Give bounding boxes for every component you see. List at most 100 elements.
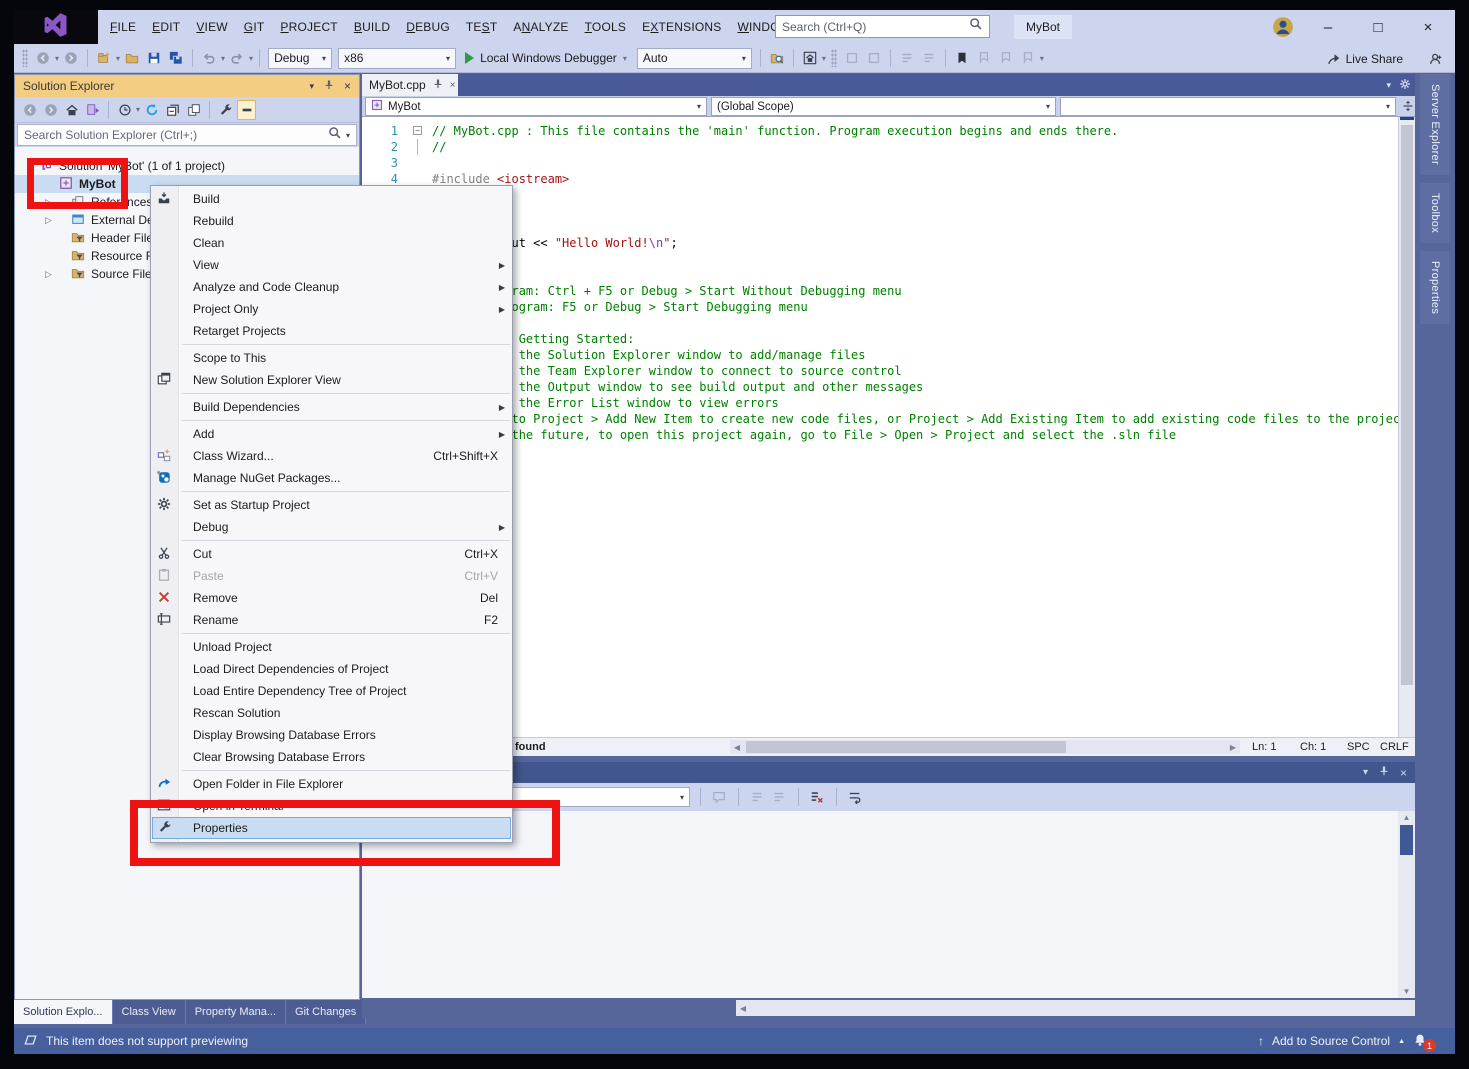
previous-message-icon[interactable] <box>750 790 766 806</box>
context-menu-item-set-as-startup-project[interactable]: Set as Startup Project <box>151 494 512 516</box>
next-message-icon[interactable] <box>772 790 788 806</box>
refresh-icon[interactable] <box>142 100 161 120</box>
debug-target-dropdown[interactable]: Auto▾ <box>637 48 752 69</box>
menubar-item-extensions[interactable]: EXTENSIONS <box>634 20 729 34</box>
context-menu-item-class-wizard[interactable]: Class Wizard...Ctrl+Shift+X <box>151 445 512 467</box>
navigate-back-dropdown[interactable]: ▾ <box>55 54 59 63</box>
navigate-forward-icon[interactable] <box>61 48 81 68</box>
context-menu-item-manage-nuget-packages[interactable]: Manage NuGet Packages... <box>151 467 512 489</box>
notification-bell-icon[interactable]: 1 <box>1413 1033 1429 1049</box>
toggle-bookmark-icon[interactable] <box>952 48 972 68</box>
clear-bookmarks-icon[interactable] <box>1018 48 1038 68</box>
menubar-item-project[interactable]: PROJECT <box>272 20 345 34</box>
collapse-region-icon[interactable]: − <box>413 126 422 135</box>
scrollbar-thumb[interactable] <box>1401 125 1413 685</box>
close-panel-icon[interactable]: × <box>344 79 351 93</box>
expand-chevron-icon[interactable]: ▷ <box>45 269 52 280</box>
forward-icon[interactable] <box>41 100 60 120</box>
context-menu-item-debug[interactable]: Debug▶ <box>151 516 512 538</box>
solution-search-input[interactable]: Search Solution Explorer (Ctrl+;) ▾ <box>17 124 357 146</box>
menubar-item-view[interactable]: VIEW <box>188 20 235 34</box>
next-bookmark-icon[interactable] <box>996 48 1016 68</box>
menubar-item-test[interactable]: TEST <box>458 20 505 34</box>
tool-window-tab-property-mana-[interactable]: Property Mana... <box>186 1000 286 1024</box>
context-menu-item-display-browsing-database-errors[interactable]: Display Browsing Database Errors <box>151 724 512 746</box>
previous-bookmark-icon[interactable] <box>974 48 994 68</box>
switch-views-icon[interactable] <box>83 100 102 120</box>
editor-horizontal-scrollbar[interactable]: ◀ ▶ <box>730 740 1240 754</box>
source-control-dropdown-icon[interactable]: ▲ <box>1398 1038 1405 1045</box>
context-menu-item-scope-to-this[interactable]: Scope to This <box>151 347 512 369</box>
filter-dropdown[interactable]: ▾ <box>136 105 140 114</box>
tool-window-tab-class-view[interactable]: Class View <box>113 1000 186 1024</box>
feedback-person-icon[interactable] <box>1426 49 1446 69</box>
solution-platforms-dropdown[interactable]: x86▾ <box>338 48 456 69</box>
new-project-icon[interactable] <box>94 48 114 68</box>
menubar-item-analyze[interactable]: ANALYZE <box>505 20 576 34</box>
pin-icon[interactable] <box>1378 765 1390 780</box>
window-position-dropdown-icon[interactable]: ▾ <box>309 81 314 92</box>
tool-window-tab-git-changes[interactable]: Git Changes <box>286 1000 366 1024</box>
member-scope-dropdown[interactable]: ▾ <box>1060 97 1396 116</box>
menubar-item-tools[interactable]: TOOLS <box>577 20 634 34</box>
menubar-item-build[interactable]: BUILD <box>346 20 398 34</box>
context-menu-item-clear-browsing-database-errors[interactable]: Clear Browsing Database Errors <box>151 746 512 768</box>
scrollbar-thumb[interactable] <box>746 741 1066 753</box>
undo-icon[interactable] <box>199 48 219 68</box>
menubar-item-debug[interactable]: DEBUG <box>398 20 458 34</box>
context-menu-item-build-dependencies[interactable]: Build Dependencies▶ <box>151 396 512 418</box>
close-panel-icon[interactable]: × <box>1400 766 1407 780</box>
context-menu-item-unload-project[interactable]: Unload Project <box>151 636 512 658</box>
save-icon[interactable] <box>144 48 164 68</box>
comment-icon[interactable] <box>842 48 862 68</box>
context-menu-item-open-folder-in-file-explorer[interactable]: Open Folder in File Explorer <box>151 773 512 795</box>
pin-tab-icon[interactable] <box>432 78 444 93</box>
context-menu-item-cut[interactable]: CutCtrl+X <box>151 543 512 565</box>
navigate-back-icon[interactable] <box>33 48 53 68</box>
line-ending-indicator[interactable]: CRLF <box>1380 741 1409 753</box>
pin-icon[interactable] <box>323 79 335 94</box>
solution-configurations-dropdown[interactable]: Debug▾ <box>268 48 332 69</box>
project-scope-dropdown[interactable]: MyBot▾ <box>365 97 707 116</box>
menubar-item-git[interactable]: GIT <box>236 20 273 34</box>
open-file-icon[interactable] <box>122 48 142 68</box>
document-list-dropdown-icon[interactable]: ▾ <box>1386 80 1391 91</box>
expand-chevron-icon[interactable]: ▷ <box>45 215 52 226</box>
window-position-dropdown-icon[interactable]: ▾ <box>1363 767 1368 778</box>
home-dropdown[interactable]: ▾ <box>822 54 826 63</box>
context-menu-item-retarget-projects[interactable]: Retarget Projects <box>151 320 512 342</box>
toolbar-grip[interactable] <box>22 49 28 67</box>
line-indicator[interactable]: Ln: 1 <box>1252 741 1276 753</box>
gear-icon[interactable] <box>1399 78 1411 92</box>
context-menu-item-project-only[interactable]: Project Only▶ <box>151 298 512 320</box>
live-share-button[interactable]: Live Share <box>1327 52 1403 66</box>
context-menu-item-rescan-solution[interactable]: Rescan Solution <box>151 702 512 724</box>
output-vertical-scrollbar[interactable]: ▲ ▼ <box>1398 811 1415 998</box>
type-scope-dropdown[interactable]: (Global Scope)▾ <box>711 97 1056 116</box>
minimize-button[interactable]: – <box>1306 10 1350 44</box>
encoding-indicator[interactable]: SPC <box>1347 741 1370 753</box>
home-icon[interactable] <box>800 48 820 68</box>
clear-all-output-icon[interactable] <box>810 790 826 806</box>
search-options-dropdown[interactable]: ▾ <box>346 131 350 140</box>
find-message-icon[interactable] <box>712 790 728 806</box>
pending-changes-filter-icon[interactable] <box>115 100 134 120</box>
save-all-icon[interactable] <box>166 48 186 68</box>
context-menu-item-clean[interactable]: Clean <box>151 232 512 254</box>
undo-dropdown[interactable]: ▾ <box>221 54 225 63</box>
column-indicator[interactable]: Ch: 1 <box>1300 741 1326 753</box>
add-to-source-control-button[interactable]: Add to Source Control <box>1272 1034 1390 1048</box>
document-tab-mybot-cpp[interactable]: MyBot.cpp × <box>362 74 458 96</box>
toggle-word-wrap-icon[interactable] <box>848 790 864 806</box>
right-tab-server-explorer[interactable]: Server Explorer <box>1420 74 1450 175</box>
context-menu-item-rename[interactable]: RenameF2 <box>151 609 512 631</box>
back-icon[interactable] <box>20 100 39 120</box>
redo-icon[interactable] <box>227 48 247 68</box>
context-menu-item-view[interactable]: View▶ <box>151 254 512 276</box>
context-menu-item-remove[interactable]: RemoveDel <box>151 587 512 609</box>
increase-indent-icon[interactable] <box>919 48 939 68</box>
preview-selected-items-toggle[interactable] <box>237 100 256 120</box>
close-tab-icon[interactable]: × <box>450 80 456 91</box>
home-icon[interactable] <box>62 100 81 120</box>
toolbar-overflow-dropdown[interactable]: ▾ <box>1040 54 1044 63</box>
